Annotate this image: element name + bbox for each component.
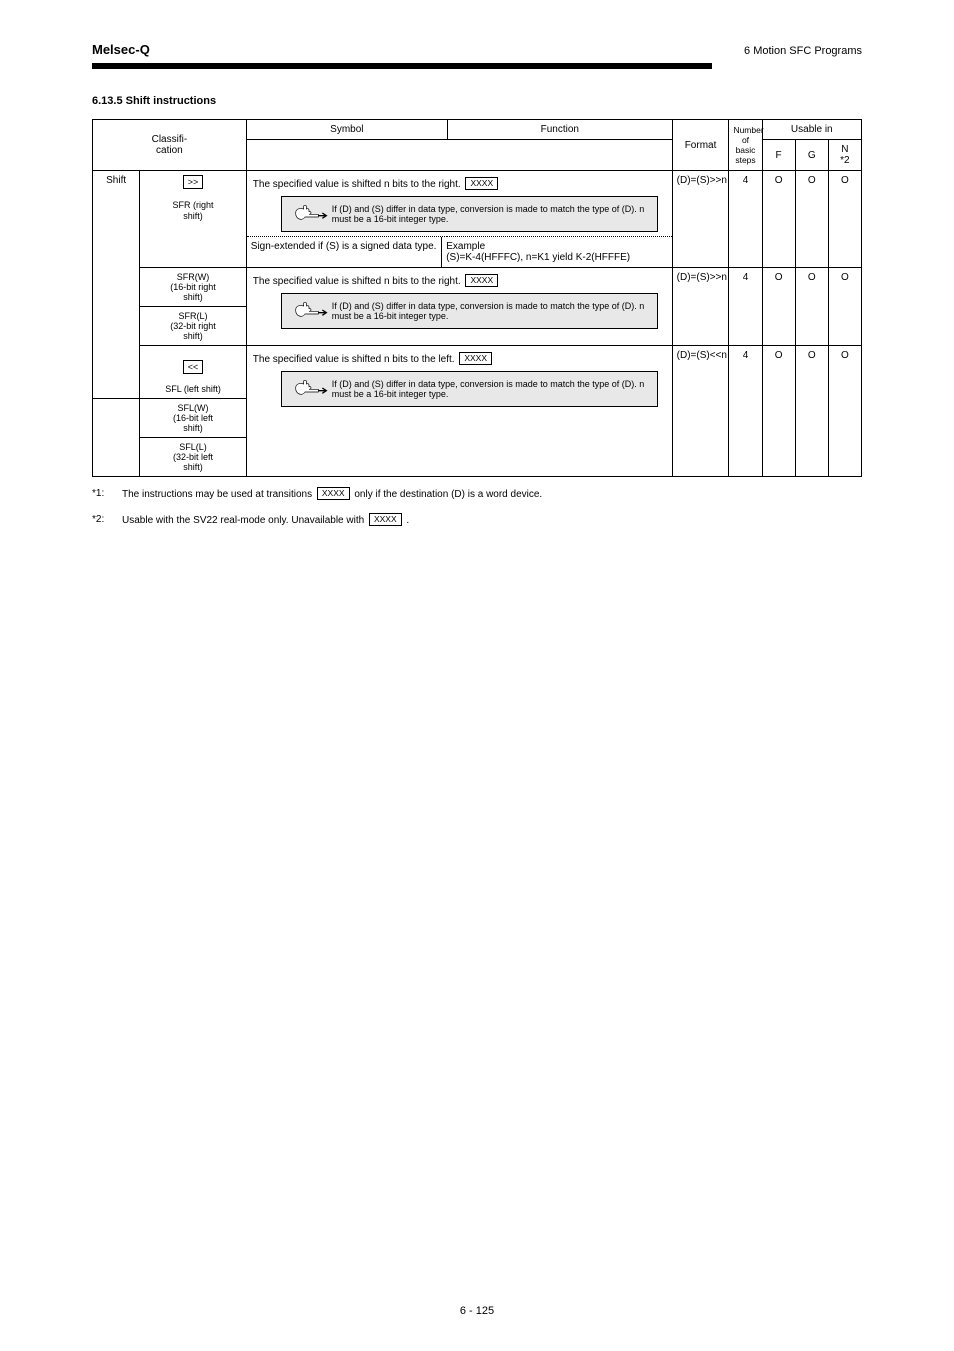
header-left: Melsec-Q [92,42,150,57]
footnote: *1: The instructions may be used at tran… [92,487,862,503]
xxxx-badge: XXXX [459,352,492,365]
cell-class: Shift [93,171,140,399]
th-f: F [762,140,795,171]
xxxx-badge: XXXX [465,177,498,190]
func-text: The specified value is shifted n bits to… [253,179,464,190]
xxxx-badge: XXXX [465,274,498,287]
shift-right-indicator: >> [183,175,204,189]
hand-point-icon [288,201,330,227]
th-n: N *2 [828,140,861,171]
th-symbol: Symbol [246,120,447,140]
footnote-mark: *2: [92,513,122,529]
xxxx-badge: XXXX [317,487,350,500]
note-text: If (D) and (S) differ in data type, conv… [330,301,651,321]
symbol-label: SFL(L) (32-bit left shift) [140,438,246,477]
symbol-label: SFR(L) (32-bit right shift) [140,307,246,346]
main-table: Classifi- cation Symbol Function Format … [92,119,862,477]
footnote-text: Usable with the SV22 real-mode only. Una… [122,515,367,526]
symbol-label: SFL (left shift) [165,384,221,394]
cell-g: O [795,171,828,268]
cell-n: O [828,268,861,346]
footnote: *2: Usable with the SV22 real-mode only.… [92,513,862,529]
th-class: Classifi- cation [93,120,247,171]
th-g: G [795,140,828,171]
footnote-text: The instructions may be used at transiti… [122,489,315,500]
hand-point-icon [288,376,330,402]
xxxx-badge: XXXX [369,513,402,526]
section-title: 6.13.5 Shift instructions [92,95,862,107]
th-nsteps: Number of basic steps [729,120,762,171]
cell-f: O [762,171,795,268]
table-row: Shift >> SFR (right shift) The specified… [93,171,862,237]
sub-right: Example (S)=K-4(HFFFC), n=K1 yield K-2(H… [442,237,671,267]
cell-f: O [762,268,795,346]
note-box: If (D) and (S) differ in data type, conv… [281,196,658,232]
hand-point-icon [288,298,330,324]
cell-nsteps: 4 [729,268,762,346]
shift-left-indicator: << [183,360,204,374]
cell-format: (D)=(S)>>n [672,268,729,346]
note-text: If (D) and (S) differ in data type, conv… [330,379,651,399]
cell-nsteps: 4 [729,346,762,477]
footnote-text: only if the destination (D) is a word de… [354,489,542,500]
footnote-mark: *1: [92,487,122,503]
func-text: The specified value is shifted n bits to… [253,276,464,287]
sub-left: Sign-extended if (S) is a signed data ty… [247,237,442,267]
cell-n: O [828,346,861,477]
header-right: 6 Motion SFC Programs [744,45,862,57]
cell-n: O [828,171,861,268]
symbol-label: SFL(W) (16-bit left shift) [140,399,246,438]
symbol-label: SFR (right shift) [173,200,214,221]
th-usable: Usable in [762,120,861,140]
cell-f: O [762,346,795,477]
cell-g: O [795,268,828,346]
page-number: 6 - 125 [0,1305,954,1317]
symbol-label: SFR(W) (16-bit right shift) [140,268,246,307]
cell-nsteps: 4 [729,171,762,268]
table-row: << SFL (left shift) The specified value … [93,346,862,399]
th-format: Format [672,120,729,171]
th-func: Function [447,120,672,140]
note-box: If (D) and (S) differ in data type, conv… [281,371,658,407]
heavy-rule [92,63,712,69]
cell-format: (D)=(S)<<n [672,346,729,477]
table-row: SFR(W) (16-bit right shift) The specifie… [93,268,862,307]
footnote-text: . [406,515,409,526]
cell-g: O [795,346,828,477]
note-text: If (D) and (S) differ in data type, conv… [330,204,651,224]
note-box: If (D) and (S) differ in data type, conv… [281,293,658,329]
cell-format: (D)=(S)>>n [672,171,729,268]
func-text: The specified value is shifted n bits to… [253,354,458,365]
